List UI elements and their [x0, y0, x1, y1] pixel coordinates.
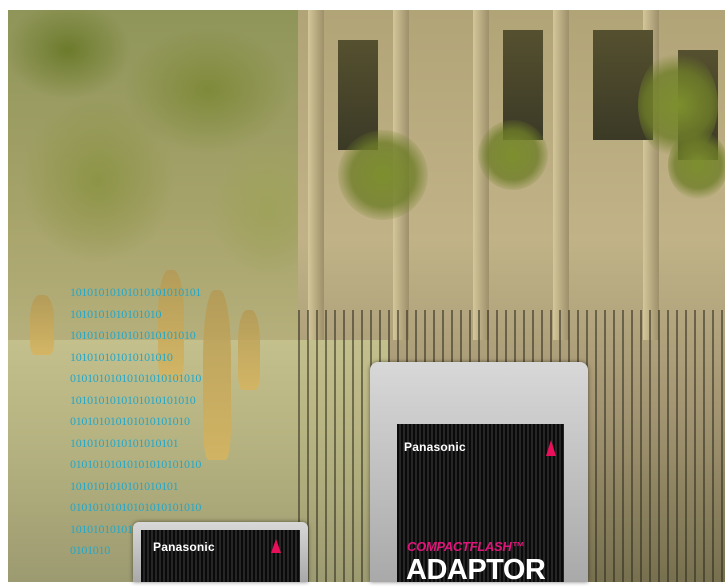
card-brand: Panasonic	[153, 540, 215, 554]
window-plant	[668, 130, 725, 200]
tree-foliage	[8, 10, 348, 310]
compactflash-label: COMPACTFLASH™	[407, 539, 525, 554]
binary-line: 1010101010101010101010	[70, 328, 196, 342]
binary-line: 01010101010101010101010	[70, 371, 202, 385]
window-plant	[478, 120, 548, 190]
binary-line: 1010101010101010	[70, 306, 162, 321]
compactflash-card-small: Panasonic	[133, 522, 308, 582]
adaptor-label: ADAPTOR	[406, 554, 546, 586]
card-label-area	[141, 530, 300, 582]
binary-line: 1010101010101010101	[70, 478, 179, 493]
building-column	[553, 10, 569, 340]
binary-line: 10101010101010101010101	[70, 285, 202, 299]
binary-line: 101010101010101010	[70, 349, 173, 364]
insert-arrow-icon	[546, 440, 556, 456]
binary-line: 1010101010101010101	[70, 435, 179, 450]
building-column	[308, 10, 324, 340]
window-plant	[338, 130, 428, 220]
pedestrian	[238, 310, 260, 390]
compactflash-adaptor-card: Panasonic COMPACTFLASH™ ADAPTOR	[370, 362, 588, 586]
pedestrian	[203, 290, 231, 460]
binary-overlay: 10101010101010101010101 1010101010101010 1…	[70, 282, 201, 562]
binary-line: 010101010101010101010	[70, 414, 190, 428]
binary-line: 01010101010101010101010	[70, 457, 202, 471]
pedestrian	[30, 295, 54, 355]
insert-arrow-icon	[271, 539, 281, 553]
binary-line: 01010101010101010101010	[70, 500, 202, 514]
binary-line: 1010101010101010101010	[70, 392, 196, 407]
card-brand: Panasonic	[404, 440, 466, 454]
